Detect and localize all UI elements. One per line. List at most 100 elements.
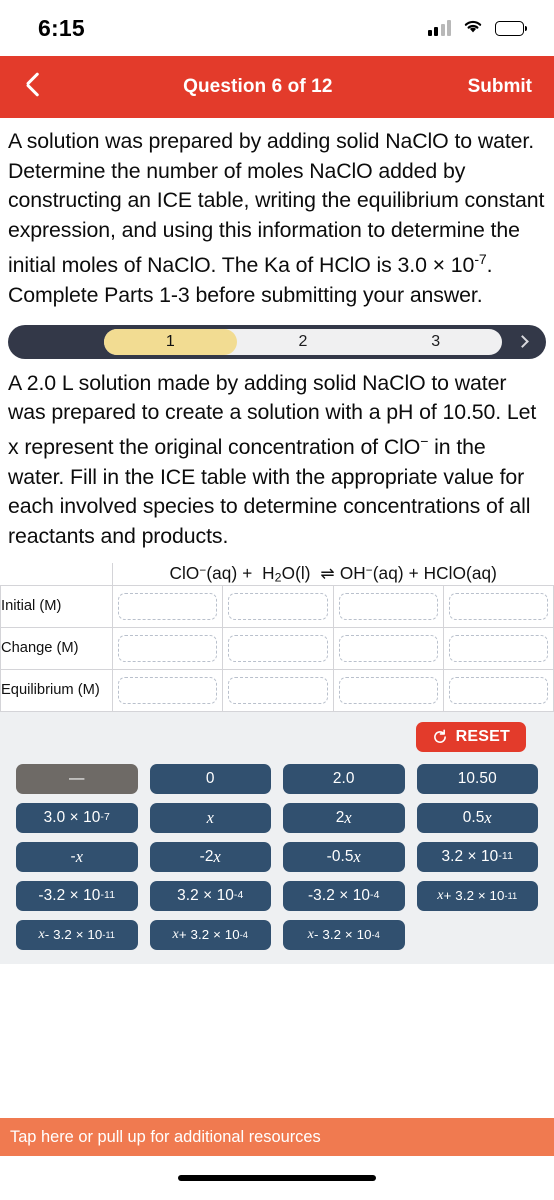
drop-zone[interactable] (338, 634, 438, 662)
tile-text: -4 (371, 929, 380, 940)
equation-reactant-2-sub: 2 (274, 570, 282, 585)
answer-tile-0.5x[interactable]: 0.5 x (416, 802, 538, 833)
status-icons (427, 18, 527, 39)
ice-cell-initial-oh[interactable] (332, 584, 444, 628)
ice-cell-equilibrium-oh[interactable] (332, 668, 444, 712)
tile-text: -4 (233, 890, 244, 902)
tile-text: x (206, 807, 214, 827)
chemical-equation: ClO−(aq) + H2O(l) ⇌ OH−(aq) + HClO(aq) (112, 563, 554, 586)
answer-tile-dash[interactable]: — (16, 763, 138, 794)
tile-text: - 3.2 × 10 (314, 927, 372, 943)
drop-zone[interactable] (118, 676, 218, 704)
drop-zone[interactable] (448, 676, 548, 704)
answer-tile-neg-3.2e-4[interactable]: -3.2 × 10 -4 (283, 880, 405, 911)
answer-tile-3.2e-11[interactable]: 3.2 × 10 -11 (416, 841, 538, 872)
step-tab-2[interactable]: 2 (237, 329, 370, 355)
step-track: 1 2 3 (104, 328, 502, 355)
answer-tile-ten-point-50[interactable]: 10.50 (416, 763, 538, 794)
answer-tile-neg-2x[interactable]: -2 x (149, 841, 271, 872)
ice-cell-change-clo[interactable] (111, 626, 224, 670)
ice-cell-equilibrium-hclo[interactable] (442, 668, 554, 712)
chevron-left-icon[interactable] (24, 72, 48, 102)
answer-tile-3.2e-4[interactable]: 3.2 × 10 -4 (149, 880, 271, 911)
answer-tile-neg-x[interactable]: -x (16, 841, 138, 872)
tile-text: 0.5 (462, 808, 485, 826)
tile-text: 0 (205, 769, 215, 787)
equation-plus-2: + (408, 563, 419, 584)
tile-text: -11 (100, 890, 116, 902)
table-corner (1, 563, 113, 585)
reset-button[interactable]: RESET (415, 721, 526, 752)
nav-bar: Question 6 of 12 Submit (0, 56, 554, 118)
answer-tile-x-minus-3.2e-4[interactable]: x - 3.2 × 10 -4 (283, 919, 405, 950)
equation-product-2: HClO(aq) (423, 563, 498, 584)
tile-text: -4 (370, 890, 380, 902)
ice-cell-change-hclo[interactable] (442, 626, 554, 670)
question-screen: 6:15 Question 6 of 12 Submit A solution … (0, 0, 554, 1200)
drop-zone[interactable] (228, 676, 328, 704)
home-indicator-area (0, 1156, 554, 1200)
tile-text: -2 (199, 847, 214, 865)
tile-text: 3.2 × 10 (177, 886, 234, 904)
drop-zone[interactable] (338, 592, 438, 620)
home-indicator[interactable] (178, 1175, 376, 1181)
answer-tile-zero[interactable]: 0 (149, 763, 271, 794)
answer-tile-neg-3.2e-11[interactable]: -3.2 × 10 -11 (16, 880, 138, 911)
question-prompt: A solution was prepared by adding solid … (0, 118, 554, 315)
page-title: Question 6 of 12 (183, 76, 333, 97)
ice-cell-change-h2o[interactable] (222, 626, 334, 670)
equation-reactant-2-post: O(l) (281, 563, 311, 584)
step-tab-1[interactable]: 1 (104, 328, 237, 355)
ice-table-wrap: ClO−(aq) + H2O(l) ⇌ OH−(aq) + HClO(aq) I… (0, 557, 554, 712)
answer-tile-x-minus-3.2e-11[interactable]: x - 3.2 × 10 -11 (16, 919, 138, 950)
answer-tile-two-point-0[interactable]: 2.0 (283, 763, 405, 794)
drop-zone[interactable] (448, 592, 548, 620)
answer-tile-x-plus-3.2e-4[interactable]: x + 3.2 × 10 -4 (149, 919, 271, 950)
answer-tile-neg-0.5x[interactable]: -0.5 x (283, 841, 405, 872)
ice-cell-initial-clo[interactable] (111, 584, 224, 628)
drop-zone[interactable] (118, 592, 218, 620)
drop-zone[interactable] (448, 634, 548, 662)
table-row: Initial (M) (0, 584, 554, 628)
answer-tile-ka[interactable]: 3.0 × 10 -7 (16, 802, 138, 833)
ice-cell-equilibrium-h2o[interactable] (222, 668, 334, 712)
ice-cell-change-oh[interactable] (332, 626, 444, 670)
step-selector-wrap: 1 2 3 (0, 315, 554, 365)
chevron-right-icon[interactable] (512, 325, 532, 359)
tile-text: -11 (498, 851, 513, 863)
tile-text: - 3.2 × 10 (44, 927, 103, 943)
tile-text: -0.5 (326, 847, 354, 865)
equation-reactant-1: ClO (169, 563, 200, 584)
answer-bank: RESET —0 2.0 10.50 3.0 × 10 -7 x 2 x 0.5 x - x -2 x -0… (0, 711, 554, 964)
battery-icon (495, 20, 527, 36)
table-row: Equilibrium (M) (0, 668, 554, 712)
answer-tile-x-plus-3.2e-11[interactable]: x + 3.2 × 10 -11 (416, 880, 538, 911)
additional-resources-bar[interactable]: Tap here or pull up for additional resou… (0, 1118, 554, 1156)
status-time: 6:15 (38, 14, 85, 41)
drop-zone[interactable] (228, 592, 328, 620)
tile-text: 3.0 × 10 (43, 808, 101, 826)
ice-cell-equilibrium-clo[interactable] (111, 668, 224, 712)
tile-text: -3.2 × 10 (38, 886, 101, 904)
answer-tile-2x[interactable]: 2x (283, 802, 405, 833)
tile-text: x (484, 807, 492, 827)
table-row: Change (M) (0, 626, 554, 670)
equation-product-1-charge: − (365, 563, 373, 577)
drop-zone[interactable] (118, 634, 218, 662)
row-label-equilibrium: Equilibrium (M) (0, 668, 113, 712)
answer-bank-toolbar: RESET (16, 721, 538, 752)
tile-text: — (69, 769, 85, 787)
status-bar: 6:15 (0, 0, 554, 56)
ice-cell-initial-hclo[interactable] (442, 584, 554, 628)
answer-tile-x[interactable]: x (149, 802, 271, 833)
drop-zone[interactable] (338, 676, 438, 704)
tile-text: x (344, 807, 352, 827)
submit-button[interactable]: Submit (468, 76, 532, 98)
drop-zone[interactable] (228, 634, 328, 662)
tile-text: + 3.2 × 10 (443, 888, 505, 904)
ice-cell-initial-h2o[interactable] (222, 584, 334, 628)
step-tab-3[interactable]: 3 (369, 329, 502, 355)
step-selector: 1 2 3 (8, 324, 546, 359)
cellular-signal-icon (427, 20, 451, 36)
tile-text: x (353, 846, 361, 866)
